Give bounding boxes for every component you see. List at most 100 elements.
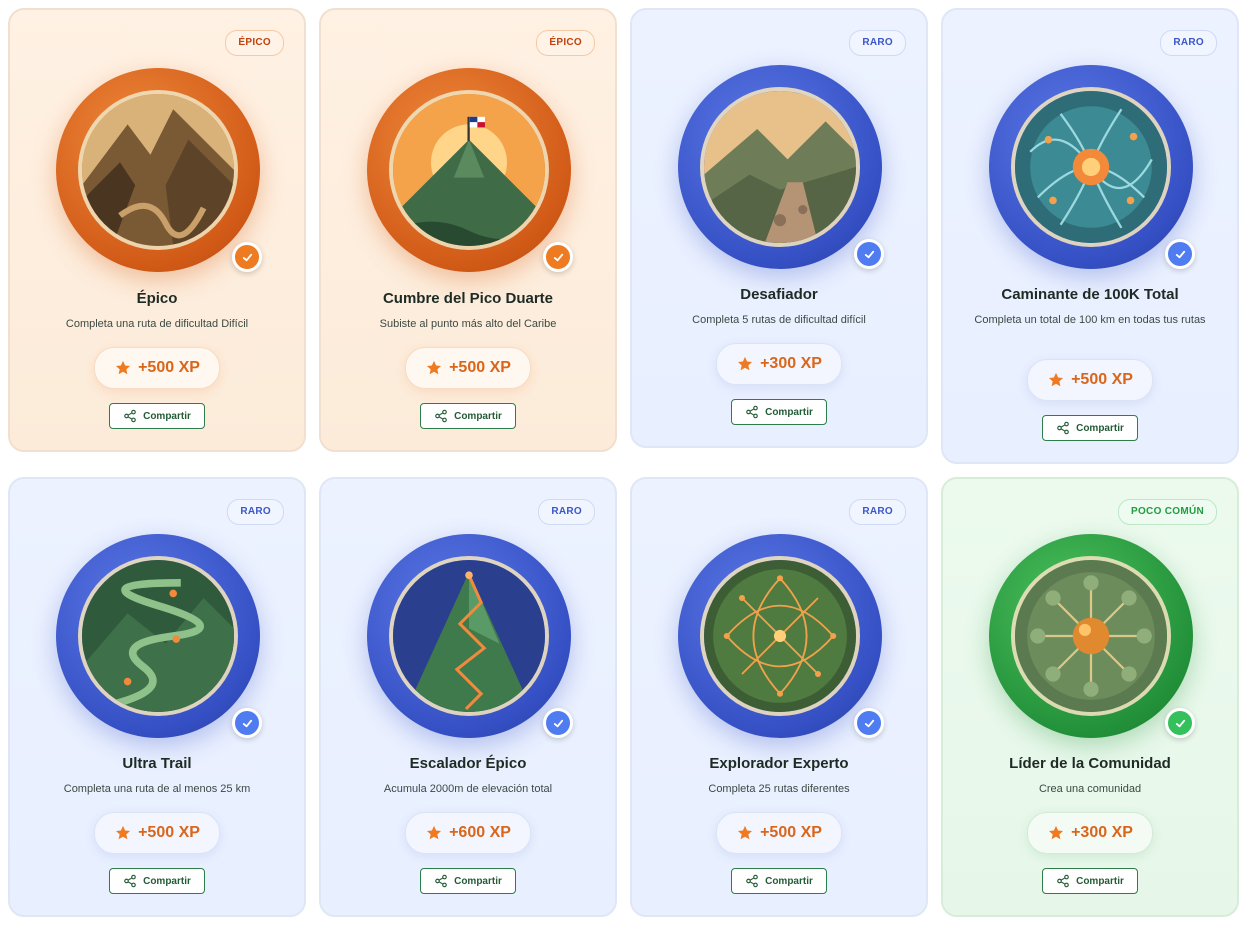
xp-reward: +500 XP — [1027, 359, 1153, 401]
star-icon — [425, 824, 443, 842]
xp-reward: +500 XP — [94, 812, 220, 854]
star-icon — [114, 359, 132, 377]
achievement-card: RARO Explorador Experto Completa 25 ruta… — [630, 477, 928, 917]
achievement-description: Crea una comunidad — [1038, 783, 1142, 795]
achievement-title: Ultra Trail — [122, 755, 192, 772]
rarity-badge: ÉPICO — [536, 30, 595, 56]
achievement-title: Épico — [136, 290, 178, 307]
xp-reward: +300 XP — [716, 343, 842, 385]
achievement-title: Líder de la Comunidad — [1009, 755, 1171, 772]
star-icon — [1047, 824, 1065, 842]
share-icon — [1056, 421, 1070, 435]
share-label: Compartir — [1076, 422, 1124, 434]
share-icon — [434, 409, 448, 423]
achievement-title: Escalador Épico — [409, 755, 527, 772]
rarity-badge: RARO — [538, 499, 595, 525]
share-icon — [434, 874, 448, 888]
xp-value: +500 XP — [449, 359, 511, 376]
achievement-description: Completa 5 rutas de dificultad difícil — [692, 314, 866, 326]
check-icon — [1165, 239, 1195, 269]
share-label: Compartir — [765, 406, 813, 418]
share-icon — [123, 874, 137, 888]
xp-value: +500 XP — [138, 824, 200, 841]
medal-artwork-image — [389, 90, 549, 250]
achievement-description: Completa un total de 100 km en todas tus… — [974, 314, 1206, 326]
share-label: Compartir — [143, 875, 191, 887]
medal-artwork-image — [700, 87, 860, 247]
share-label: Compartir — [1076, 875, 1124, 887]
share-label: Compartir — [143, 410, 191, 422]
achievement-card: RARO Desafiador Completa 5 rutas de difi… — [630, 8, 928, 448]
xp-value: +500 XP — [760, 824, 822, 841]
xp-reward: +300 XP — [1027, 812, 1153, 854]
medal-artwork-image — [78, 556, 238, 716]
check-icon — [232, 242, 262, 272]
xp-value: +500 XP — [1071, 371, 1133, 388]
achievement-card: RARO Escalador Épico Acumula 2000m de el… — [319, 477, 617, 917]
medal-artwork-image — [700, 556, 860, 716]
share-button[interactable]: Compartir — [1042, 415, 1138, 441]
share-icon — [745, 874, 759, 888]
check-icon — [232, 708, 262, 738]
share-label: Compartir — [454, 410, 502, 422]
achievement-medal — [367, 68, 571, 272]
achievement-title: Desafiador — [740, 286, 818, 303]
achievement-medal — [989, 534, 1193, 738]
achievement-medal — [678, 534, 882, 738]
achievement-description: Completa una ruta de dificultad Difícil — [65, 318, 249, 330]
achievement-card: RARO Ultra Trail Completa una ruta de al… — [8, 477, 306, 917]
star-icon — [425, 359, 443, 377]
achievement-title: Explorador Experto — [709, 755, 849, 772]
share-label: Compartir — [765, 875, 813, 887]
share-icon — [123, 409, 137, 423]
rarity-badge: ÉPICO — [225, 30, 284, 56]
xp-reward: +500 XP — [405, 347, 531, 389]
rarity-badge: RARO — [849, 30, 906, 56]
xp-value: +600 XP — [449, 824, 511, 841]
rarity-badge: RARO — [849, 499, 906, 525]
xp-value: +300 XP — [760, 355, 822, 372]
achievement-medal — [367, 534, 571, 738]
star-icon — [114, 824, 132, 842]
share-button[interactable]: Compartir — [731, 399, 827, 425]
share-button[interactable]: Compartir — [109, 868, 205, 894]
check-icon — [1165, 708, 1195, 738]
achievement-card: ÉPICO Épico Completa una ruta de dificul… — [8, 8, 306, 452]
achievement-card: RARO Caminante de 100K Total Completa un… — [941, 8, 1239, 464]
achievement-medal — [56, 68, 260, 272]
check-icon — [854, 239, 884, 269]
rarity-badge: RARO — [1160, 30, 1217, 56]
star-icon — [736, 355, 754, 373]
share-icon — [745, 405, 759, 419]
share-button[interactable]: Compartir — [731, 868, 827, 894]
xp-value: +500 XP — [138, 359, 200, 376]
xp-reward: +600 XP — [405, 812, 531, 854]
medal-artwork-image — [389, 556, 549, 716]
check-icon — [854, 708, 884, 738]
check-icon — [543, 708, 573, 738]
share-button[interactable]: Compartir — [420, 868, 516, 894]
medal-artwork-image — [1011, 556, 1171, 716]
share-button[interactable]: Compartir — [1042, 868, 1138, 894]
achievement-title: Caminante de 100K Total — [1001, 286, 1179, 303]
achievement-description: Completa una ruta de al menos 25 km — [63, 783, 251, 795]
star-icon — [1047, 371, 1065, 389]
medal-artwork-image — [78, 90, 238, 250]
achievement-medal — [989, 65, 1193, 269]
share-label: Compartir — [454, 875, 502, 887]
achievement-medal — [678, 65, 882, 269]
share-button[interactable]: Compartir — [420, 403, 516, 429]
xp-reward: +500 XP — [716, 812, 842, 854]
achievement-medal — [56, 534, 260, 738]
xp-reward: +500 XP — [94, 347, 220, 389]
achievement-card: POCO COMÚN Líder de la Comunidad Crea un… — [941, 477, 1239, 917]
star-icon — [736, 824, 754, 842]
rarity-badge: RARO — [227, 499, 284, 525]
achievement-description: Completa 25 rutas diferentes — [708, 783, 850, 795]
share-button[interactable]: Compartir — [109, 403, 205, 429]
achievement-title: Cumbre del Pico Duarte — [382, 290, 554, 307]
check-icon — [543, 242, 573, 272]
share-icon — [1056, 874, 1070, 888]
achievement-description: Acumula 2000m de elevación total — [383, 783, 553, 795]
achievement-card: ÉPICO Cumbre del Pico Duarte Subiste al … — [319, 8, 617, 452]
